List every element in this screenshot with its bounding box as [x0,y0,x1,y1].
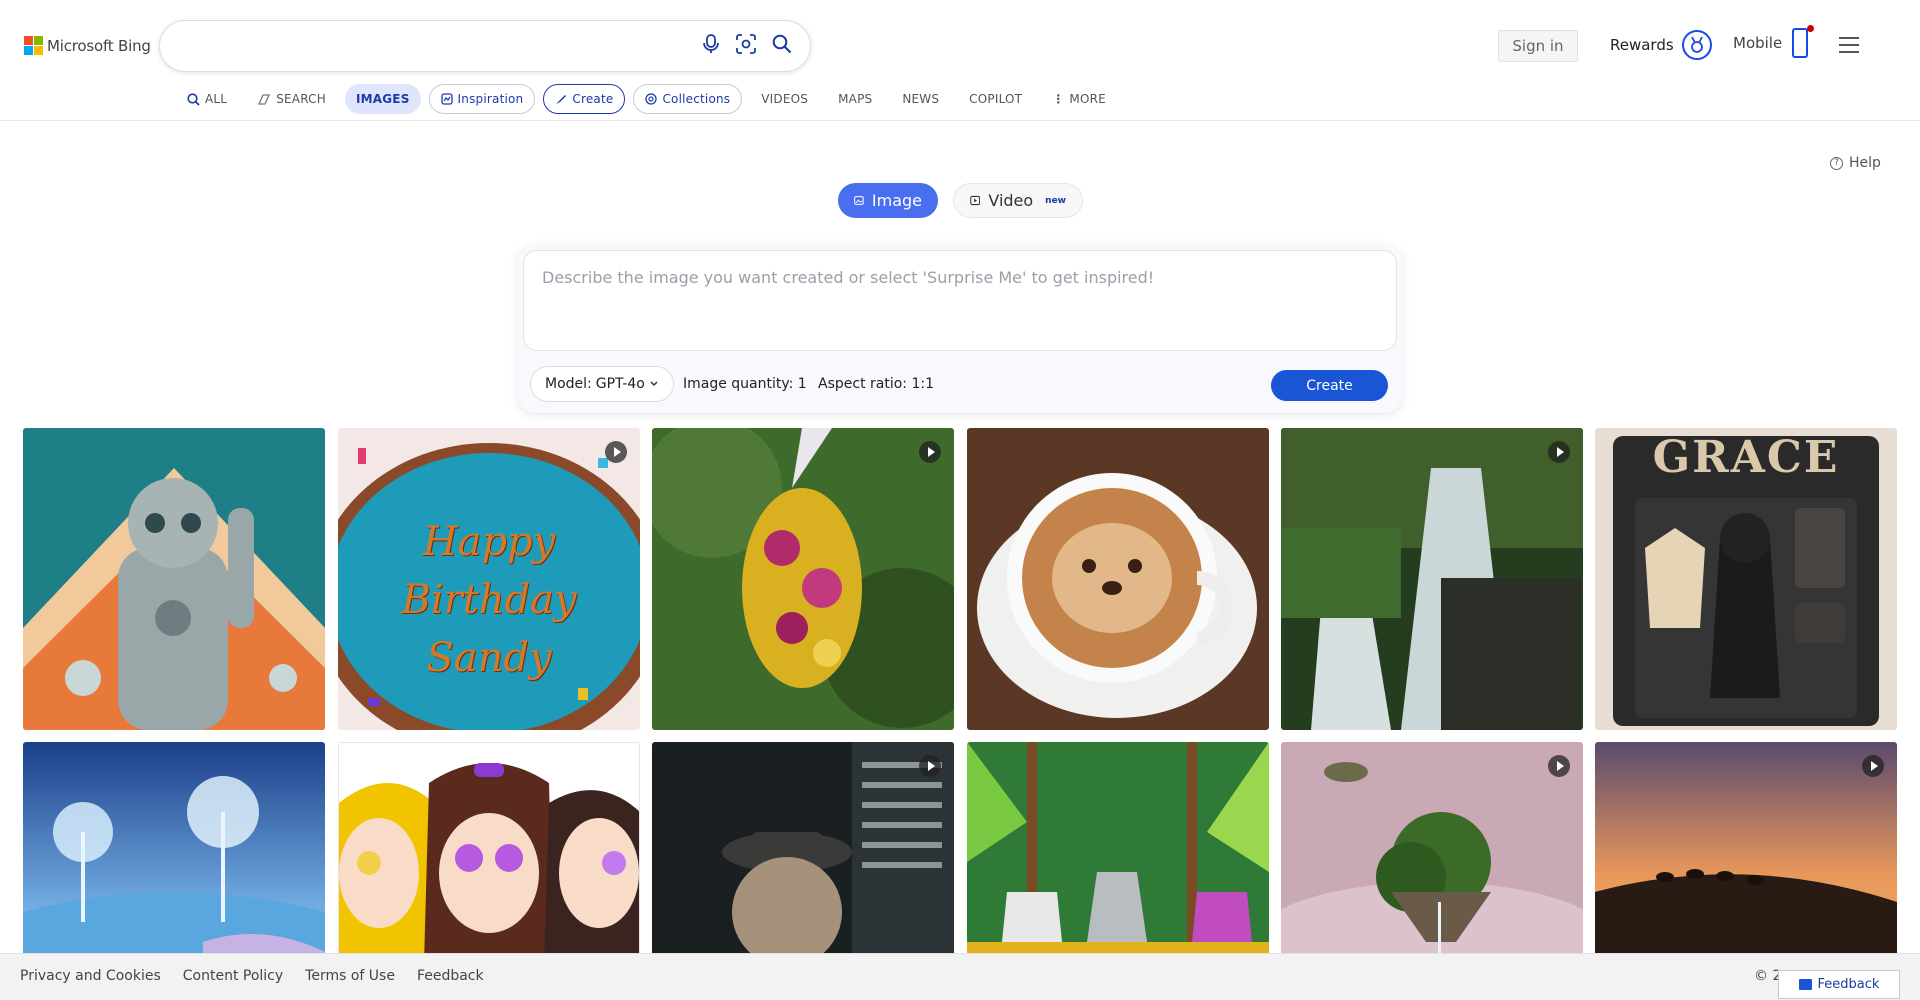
play-icon [605,441,627,463]
tab-collections[interactable]: Collections [633,84,743,114]
tab-all[interactable]: ALL [176,84,238,114]
gallery-image-flowers[interactable] [652,428,954,730]
terms-link[interactable]: Terms of Use [305,968,395,984]
image-mode-button[interactable]: Image [838,183,938,218]
more-dots-icon: ⋮ [1052,92,1065,106]
logo-text: Microsoft Bing [47,36,151,55]
tab-videos[interactable]: VIDEOS [750,84,819,114]
rewards-medal-icon [1681,30,1712,60]
grace-title: GRACE [1652,432,1840,483]
video-icon [970,195,981,206]
menu-icon[interactable] [1839,37,1859,58]
visual-search-icon[interactable] [736,34,756,54]
new-badge: new [1045,195,1066,206]
prompt-textarea[interactable]: Describe the image you want created or s… [523,250,1397,351]
mobile-button[interactable]: Mobile [1733,25,1815,58]
gallery-image-bulldog-detective[interactable] [652,742,954,962]
cake-writing: Happy Birthday Sandy [401,519,577,681]
tab-copilot[interactable]: COPILOT [958,84,1033,114]
chevron-down-icon [650,381,658,387]
play-icon [1548,441,1570,463]
gallery-image-desert-camels[interactable] [1595,742,1897,962]
prompt-placeholder: Describe the image you want created or s… [542,268,1155,287]
help-link[interactable]: ? Help [1830,155,1881,171]
prompt-card: Describe the image you want created or s… [518,245,1402,413]
copilot-search-icon [258,93,271,105]
microphone-icon[interactable] [702,34,720,54]
feedback-link[interactable]: Feedback [417,968,484,984]
feedback-icon [1798,979,1812,990]
gallery-image-waterfall[interactable] [1281,428,1583,730]
header: Microsoft Bing Sign in Rewards Mobile AL… [0,0,1920,121]
aspect-ratio-option[interactable]: Aspect ratio: 1:1 [818,376,934,392]
tab-images[interactable]: IMAGES [344,84,421,114]
sign-in-button[interactable]: Sign in [1498,30,1578,62]
notification-dot [1807,25,1815,32]
gallery-image-origami-jungle[interactable] [967,742,1269,962]
microsoft-logo-icon [24,36,43,55]
video-mode-button[interactable]: Video new [953,183,1083,218]
inspiration-icon [440,93,453,105]
image-icon [854,196,864,205]
create-brush-icon [556,95,567,104]
gallery-image-floating-island[interactable] [1281,742,1583,962]
tab-more[interactable]: ⋮ MORE [1041,84,1117,114]
scope-nav: ALL SEARCH IMAGES Inspiration Create Col… [176,84,1117,114]
gallery-image-grace-dog[interactable]: GRACE [1595,428,1897,730]
tab-news[interactable]: NEWS [891,84,950,114]
tab-maps[interactable]: MAPS [827,84,883,114]
image-quantity-option[interactable]: Image quantity: 1 [683,376,807,392]
gallery-image-latte-otter[interactable] [967,428,1269,730]
gallery-image-robot[interactable] [23,428,325,730]
tab-create[interactable]: Create [543,84,626,114]
mobile-label: Mobile [1733,34,1783,52]
play-icon [919,441,941,463]
feedback-button[interactable]: Feedback [1778,970,1900,999]
bing-logo[interactable]: Microsoft Bing [24,36,151,55]
rewards-label: Rewards [1610,36,1674,54]
collections-icon [645,93,658,105]
tab-inspiration[interactable]: Inspiration [428,84,536,114]
phone-icon [1792,25,1815,58]
search-input[interactable] [160,21,810,71]
tab-search[interactable]: SEARCH [246,84,337,114]
rewards-button[interactable]: Rewards [1610,30,1712,60]
privacy-link[interactable]: Privacy and Cookies [20,968,161,984]
create-button[interactable]: Create [1271,370,1388,401]
model-select[interactable]: Model: GPT-4o [530,366,674,402]
gallery-image-anime-friends[interactable] [338,742,640,962]
gallery-image-crystal-palms[interactable] [23,742,325,962]
play-icon [919,755,941,777]
help-icon: ? [1830,156,1843,170]
footer: Privacy and Cookies Content Policy Terms… [0,953,1920,1000]
gallery-image-birthday-cake[interactable]: Happy Birthday Sandy [338,428,640,730]
search-icon [187,92,200,106]
play-icon [1862,755,1884,777]
play-icon [1548,755,1570,777]
content-policy-link[interactable]: Content Policy [183,968,283,984]
search-icon[interactable] [772,34,792,54]
